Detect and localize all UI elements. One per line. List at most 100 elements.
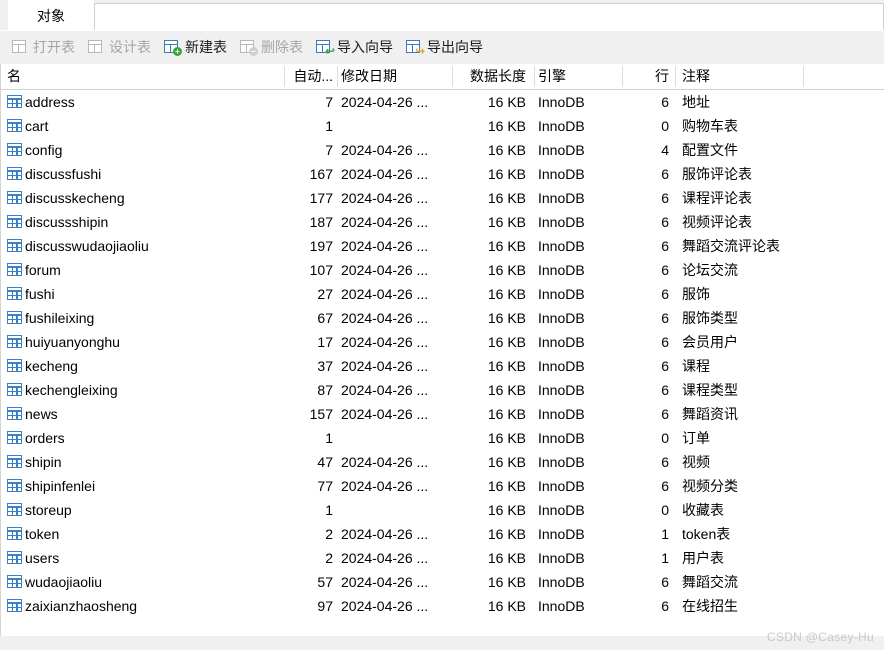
table-name-label: users xyxy=(25,549,60,566)
table-icon xyxy=(7,311,22,324)
cell-name: news xyxy=(7,402,283,426)
cell-modified: 2024-04-26 ... xyxy=(341,525,429,542)
table-row[interactable]: shipin 47 2024-04-26 ... 16 KB InnoDB 6 视频 xyxy=(1,450,884,474)
cell-auto_inc: 1 xyxy=(325,429,333,446)
delete-table-icon: − xyxy=(240,40,258,56)
cell-data_len: 16 KB xyxy=(487,549,526,566)
column-header-name[interactable]: 名 xyxy=(7,64,283,89)
table-row[interactable]: discusskecheng 177 2024-04-26 ... 16 KB Inno… xyxy=(1,186,884,210)
column-resize-handle[interactable] xyxy=(284,66,285,87)
table-row[interactable]: orders 1 16 KB InnoDB 0 订单 xyxy=(1,426,884,450)
navicat-object-pane: 对象 打开表 设计表 + 新建表 − 删除表 ↩ 导入向导 ↪ 导出向导 名自动... 修改日期 数据… xyxy=(0,0,884,650)
column-resize-handle[interactable] xyxy=(622,66,623,87)
delete-table-button: − 删除表 xyxy=(235,35,311,61)
cell-name: address xyxy=(7,90,283,114)
cell-comment: 配置文件 xyxy=(682,141,738,158)
column-resize-handle[interactable] xyxy=(337,66,338,87)
cell-comment: 舞蹈交流 xyxy=(682,573,738,590)
export-wizard-icon: ↪ xyxy=(406,40,425,57)
cell-modified: 2024-04-26 ... xyxy=(341,597,429,614)
cell-data_len: 16 KB xyxy=(487,237,526,254)
cell-name: cart xyxy=(7,114,283,138)
table-icon xyxy=(7,215,22,228)
column-header-comment[interactable]: 注释 xyxy=(682,64,802,89)
table-icon xyxy=(7,431,22,444)
import-wizard-icon: ↩ xyxy=(316,40,335,57)
table-icon xyxy=(7,455,22,468)
cell-data_len: 16 KB xyxy=(487,213,526,230)
cell-comment: 视频分类 xyxy=(682,477,738,494)
column-header-data_len[interactable]: 数据长度 xyxy=(456,64,526,89)
table-row[interactable]: kechengleixing 87 2024-04-26 ... 16 KB InnoD… xyxy=(1,378,884,402)
table-row[interactable]: discussfushi 167 2024-04-26 ... 16 KB InnoDB… xyxy=(1,162,884,186)
column-resize-handle[interactable] xyxy=(675,66,676,87)
table-row[interactable]: config 7 2024-04-26 ... 16 KB InnoDB 4 配置文件 xyxy=(1,138,884,162)
cell-auto_inc: 27 xyxy=(317,285,333,302)
cell-name: kechengleixing xyxy=(7,378,283,402)
cell-comment: 订单 xyxy=(682,429,710,446)
table-row[interactable]: users 2 2024-04-26 ... 16 KB InnoDB 1 用户表 xyxy=(1,546,884,570)
tab-objects[interactable]: 对象 xyxy=(8,0,94,31)
column-resize-handle[interactable] xyxy=(803,66,804,87)
cell-modified: 2024-04-26 ... xyxy=(341,549,429,566)
cell-rows: 0 xyxy=(661,117,669,134)
column-resize-handle[interactable] xyxy=(452,66,453,87)
cell-auto_inc: 1 xyxy=(325,501,333,518)
column-resize-handle[interactable] xyxy=(534,66,535,87)
column-header-rows[interactable]: 行 xyxy=(641,64,669,89)
table-row[interactable]: discussshipin 187 2024-04-26 ... 16 KB InnoD… xyxy=(1,210,884,234)
cell-auto_inc: 57 xyxy=(317,573,333,590)
table-name-label: discusskecheng xyxy=(25,189,125,206)
column-header-engine[interactable]: 引擎 xyxy=(538,64,620,89)
table-row[interactable]: fushileixing 67 2024-04-26 ... 16 KB InnoDB 6… xyxy=(1,306,884,330)
cell-comment: 会员用户 xyxy=(682,333,738,350)
cell-auto_inc: 67 xyxy=(317,309,333,326)
table-row[interactable]: cart 1 16 KB InnoDB 0 购物车表 xyxy=(1,114,884,138)
new-table-button[interactable]: + 新建表 xyxy=(159,35,235,61)
table-name-label: discussshipin xyxy=(25,213,109,230)
design-table-button: 设计表 xyxy=(83,35,159,61)
cell-modified: 2024-04-26 ... xyxy=(341,237,429,254)
cell-data_len: 16 KB xyxy=(487,597,526,614)
table-row[interactable]: kecheng 37 2024-04-26 ... 16 KB InnoDB 6 课程 xyxy=(1,354,884,378)
cell-auto_inc: 2 xyxy=(325,525,333,542)
import-wizard-button[interactable]: ↩ 导入向导 xyxy=(311,35,401,61)
cell-auto_inc: 37 xyxy=(317,357,333,374)
cell-name: discusswudaojiaoliu xyxy=(7,234,283,258)
cell-comment: 视频 xyxy=(682,453,710,470)
grid-header-row: 名自动... 修改日期 数据长度 引擎行注释 xyxy=(1,64,884,90)
cell-modified xyxy=(341,114,463,138)
table-name-label: kechengleixing xyxy=(25,381,118,398)
table-row[interactable]: shipinfenlei 77 2024-04-26 ... 16 KB InnoDB 6… xyxy=(1,474,884,498)
cell-modified: 2024-04-26 ... xyxy=(341,261,429,278)
cell-name: token xyxy=(7,522,283,546)
table-row[interactable]: storeup 1 16 KB InnoDB 0 收藏表 xyxy=(1,498,884,522)
table-icon xyxy=(7,191,22,204)
table-row[interactable]: news 157 2024-04-26 ... 16 KB InnoDB 6 舞蹈资讯 xyxy=(1,402,884,426)
cell-auto_inc: 1 xyxy=(325,117,333,134)
table-row[interactable]: fushi 27 2024-04-26 ... 16 KB InnoDB 6 服饰 xyxy=(1,282,884,306)
table-name-label: zaixianzhaosheng xyxy=(25,597,138,614)
cell-comment: 舞蹈资讯 xyxy=(682,405,738,422)
cell-name: wudaojiaoliu xyxy=(7,570,283,594)
table-row[interactable]: wudaojiaoliu 57 2024-04-26 ... 16 KB InnoDB 6… xyxy=(1,570,884,594)
table-row[interactable]: zaixianzhaosheng 97 2024-04-26 ... 16 KB Inn… xyxy=(1,594,884,618)
cell-rows: 6 xyxy=(661,189,669,206)
table-row[interactable]: forum 107 2024-04-26 ... 16 KB InnoDB 6 论坛交流 xyxy=(1,258,884,282)
design-table-icon xyxy=(88,40,105,55)
cell-data_len: 16 KB xyxy=(487,357,526,374)
table-icon xyxy=(7,287,22,300)
table-row[interactable]: address 7 2024-04-26 ... 16 KB InnoDB 6 地址 xyxy=(1,90,884,114)
cell-engine: InnoDB xyxy=(538,525,585,542)
cell-name: fushileixing xyxy=(7,306,283,330)
export-wizard-button[interactable]: ↪ 导出向导 xyxy=(401,35,491,61)
cell-engine: InnoDB xyxy=(538,285,585,302)
table-row[interactable]: discusswudaojiaoliu 197 2024-04-26 ... 16 K… xyxy=(1,234,884,258)
table-row[interactable]: token 2 2024-04-26 ... 16 KB InnoDB 1 token表 xyxy=(1,522,884,546)
column-header-auto_inc[interactable]: 自动... xyxy=(283,64,333,89)
cell-engine: InnoDB xyxy=(538,357,585,374)
table-row[interactable]: huiyuanyonghu 17 2024-04-26 ... 16 KB InnoDB… xyxy=(1,330,884,354)
cell-rows: 6 xyxy=(661,477,669,494)
cell-comment: 收藏表 xyxy=(682,501,724,518)
column-header-modified[interactable]: 修改日期 xyxy=(341,64,463,89)
